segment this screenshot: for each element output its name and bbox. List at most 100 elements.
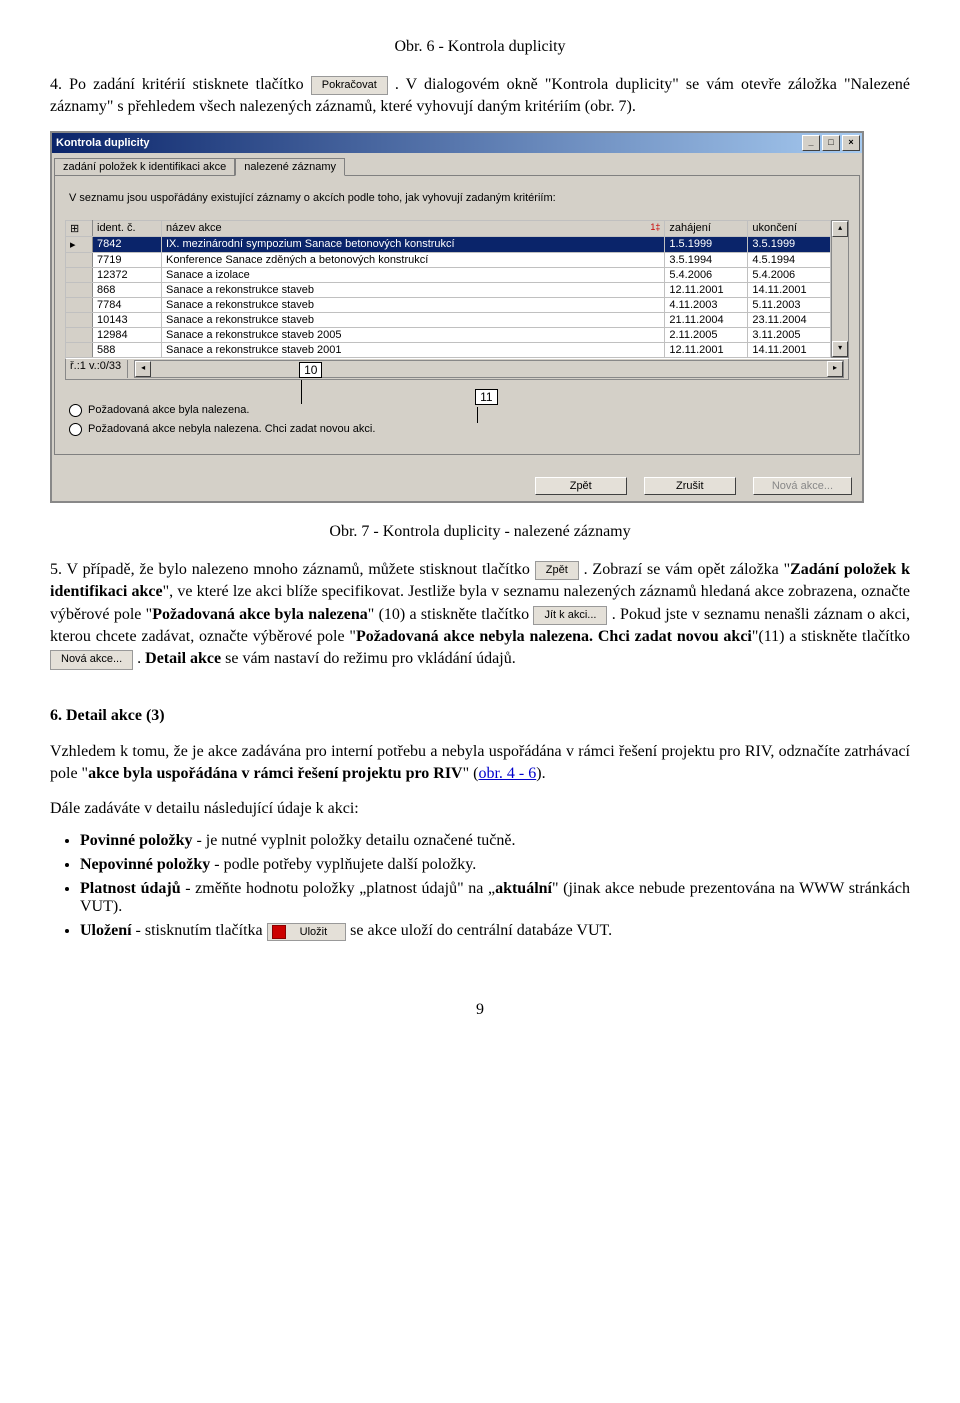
maximize-button[interactable]: □ <box>822 135 840 151</box>
zrusit-button[interactable]: Zrušit <box>644 477 736 495</box>
cell-start: 21.11.2004 <box>665 312 748 327</box>
obr-4-6-link[interactable]: obr. 4 - 6 <box>478 765 536 782</box>
callout-10: 10 <box>299 362 322 378</box>
li1-text: - je nutné vyplnit položky detailu označ… <box>192 832 515 849</box>
table-row[interactable]: 7719 Konference Sanace zděných a betonov… <box>66 252 831 267</box>
row-selector[interactable] <box>66 282 93 297</box>
dialog-tabs: zadání položek k identifikaci akce nalez… <box>52 153 862 175</box>
row-selector[interactable] <box>66 342 93 357</box>
dialog-title: Kontrola duplicity <box>56 137 800 149</box>
cell-name: Konference Sanace zděných a betonových k… <box>162 252 665 267</box>
cell-id: 868 <box>93 282 162 297</box>
cell-id: 12372 <box>93 267 162 282</box>
paragraph-5: 5. V případě, že bylo nalezeno mnoho záz… <box>50 559 910 671</box>
sec6-p1c: " ( <box>463 765 479 782</box>
table-statusbar: ř.:1 v.:0/33 ◂ ▸ <box>65 358 849 380</box>
horizontal-scrollbar[interactable]: ◂ ▸ <box>134 360 844 378</box>
radio-notfound-label: Požadovaná akce nebyla nalezena. Chci za… <box>88 423 375 435</box>
col-name[interactable]: název akce 1‡ <box>162 220 665 236</box>
table-wrap: ⊞ ident. č. název akce 1‡ zahájení ukonč… <box>65 220 849 358</box>
radio-group: Požadovaná akce byla nalezena. 10 Požado… <box>69 404 845 436</box>
li2-bold: Nepovinné položky <box>80 856 210 873</box>
close-button[interactable]: × <box>842 135 860 151</box>
row-selector[interactable] <box>66 312 93 327</box>
li3-c: aktuální <box>495 880 552 897</box>
tab-nalezene[interactable]: nalezené záznamy <box>235 158 345 176</box>
minimize-button[interactable]: _ <box>802 135 820 151</box>
table-header-row: ⊞ ident. č. název akce 1‡ zahájení ukonč… <box>66 220 831 236</box>
list-item: Povinné položky - je nutné vyplnit polož… <box>80 832 910 850</box>
intro-text: V seznamu jsou uspořádány existující záz… <box>69 192 845 204</box>
sec6-p1b: akce byla uspořádána v rámci řešení proj… <box>88 765 463 782</box>
row-selector[interactable] <box>66 267 93 282</box>
dialog-button-row: Zpět Zrušit Nová akce... <box>52 461 862 501</box>
table-row[interactable]: ▸ 7842 IX. mezinárodní sympozium Sanace … <box>66 236 831 252</box>
sec6-para1: Vzhledem k tomu, že je akce zadávána pro… <box>50 741 910 786</box>
row-selector[interactable] <box>66 327 93 342</box>
p5-d: " (10) a stiskněte tlačítko <box>368 606 534 623</box>
cell-end: 23.11.2004 <box>748 312 831 327</box>
table-row[interactable]: 12984 Sanace a rekonstrukce staveb 2005 … <box>66 327 831 342</box>
nova-akce-button[interactable]: Nová akce... <box>753 477 852 495</box>
sec6-p1d: ). <box>536 765 545 782</box>
cell-end: 14.11.2001 <box>748 282 831 297</box>
li1-bold: Povinné položky <box>80 832 192 849</box>
nova-akce-inline-button[interactable]: Nová akce... <box>50 650 133 669</box>
cell-end: 14.11.2001 <box>748 342 831 357</box>
cell-name: Sanace a rekonstrukce staveb <box>162 297 665 312</box>
list-item: Uložení - stisknutím tlačítka Uložit se … <box>80 922 910 941</box>
cell-id: 12984 <box>93 327 162 342</box>
ulozit-label: Uložit <box>300 926 328 938</box>
vertical-scrollbar[interactable]: ▴ ▾ <box>831 220 849 358</box>
expand-header[interactable]: ⊞ <box>66 220 93 236</box>
ulozit-button[interactable]: Uložit <box>267 923 347 941</box>
cell-id: 10143 <box>93 312 162 327</box>
cell-end: 3.5.1999 <box>748 236 831 252</box>
table-row[interactable]: 10143 Sanace a rekonstrukce staveb 21.11… <box>66 312 831 327</box>
page-number: 9 <box>50 1001 910 1019</box>
table-row[interactable]: 7784 Sanace a rekonstrukce staveb 4.11.2… <box>66 297 831 312</box>
row-selector[interactable] <box>66 297 93 312</box>
li4-bold: Uložení <box>80 922 132 939</box>
sec6-list: Povinné položky - je nutné vyplnit polož… <box>80 832 910 941</box>
zpet-inline-button[interactable]: Zpět <box>535 561 579 580</box>
p5-bold4: Detail akce <box>145 650 221 667</box>
radio-found-label: Požadovaná akce byla nalezena. <box>88 404 249 416</box>
scroll-left-icon[interactable]: ◂ <box>135 361 151 377</box>
pokracovat-button[interactable]: Pokračovat <box>311 76 388 95</box>
radio-notfound-row[interactable]: Požadovaná akce nebyla nalezena. Chci za… <box>69 423 845 436</box>
zpet-button[interactable]: Zpět <box>535 477 627 495</box>
scroll-right-icon[interactable]: ▸ <box>827 361 843 377</box>
cell-end: 5.11.2003 <box>748 297 831 312</box>
radio-notfound[interactable] <box>69 423 82 436</box>
li3-bold: Platnost údajů <box>80 880 181 897</box>
row-selector[interactable] <box>66 252 93 267</box>
jit-k-akci-button[interactable]: Jít k akci... <box>533 606 607 625</box>
cell-start: 3.5.1994 <box>665 252 748 267</box>
status-text: ř.:1 v.:0/33 <box>70 360 128 378</box>
table-row[interactable]: 12372 Sanace a izolace 5.4.2006 5.4.2006 <box>66 267 831 282</box>
list-item: Platnost údajů - změňte hodnotu položky … <box>80 880 910 916</box>
scroll-down-icon[interactable]: ▾ <box>832 341 848 357</box>
row-selector[interactable]: ▸ <box>66 236 93 252</box>
figure-7-caption: Obr. 7 - Kontrola duplicity - nalezené z… <box>50 523 910 541</box>
cell-start: 4.11.2003 <box>665 297 748 312</box>
col-name-label: název akce <box>166 222 222 234</box>
radio-found-row[interactable]: Požadovaná akce byla nalezena. 10 <box>69 404 845 417</box>
table-row[interactable]: 868 Sanace a rekonstrukce staveb 12.11.2… <box>66 282 831 297</box>
p5-bold3: Požadovaná akce nebyla nalezena. Chci za… <box>356 628 752 645</box>
col-start[interactable]: zahájení <box>665 220 748 236</box>
cell-id: 7719 <box>93 252 162 267</box>
cell-name: Sanace a rekonstrukce staveb <box>162 312 665 327</box>
cell-start: 1.5.1999 <box>665 236 748 252</box>
table-row[interactable]: 588 Sanace a rekonstrukce staveb 2001 12… <box>66 342 831 357</box>
col-end[interactable]: ukončení <box>748 220 831 236</box>
section-6-heading: 6. Detail akce (3) <box>50 707 910 725</box>
tab-zadani[interactable]: zadání položek k identifikaci akce <box>54 158 235 176</box>
cell-end: 4.5.1994 <box>748 252 831 267</box>
cell-id: 7842 <box>93 236 162 252</box>
scroll-up-icon[interactable]: ▴ <box>832 221 848 237</box>
radio-found[interactable] <box>69 404 82 417</box>
cell-name: Sanace a rekonstrukce staveb 2001 <box>162 342 665 357</box>
col-ident[interactable]: ident. č. <box>93 220 162 236</box>
